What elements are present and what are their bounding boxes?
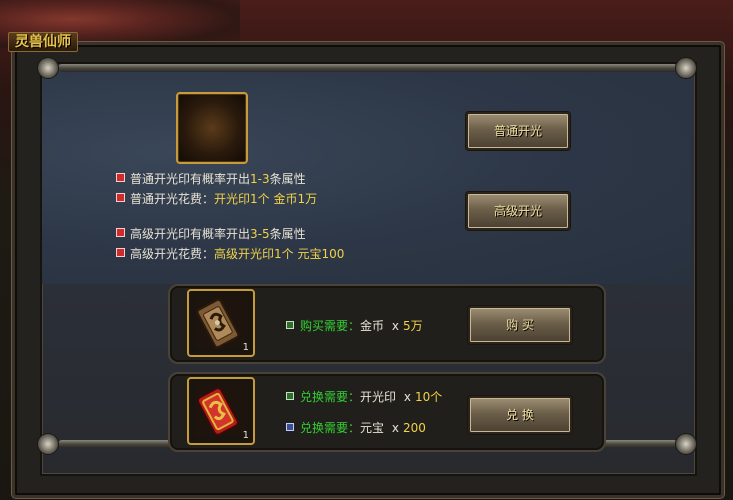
bullet-icon [286,321,294,329]
bullet-icon [116,248,125,257]
exchange-button[interactable]: 兑 换 [468,396,572,434]
window-title: 灵兽仙师 [8,32,78,52]
bullet-icon [116,193,125,202]
normal-prob-line: 普通开光印有概率开出1-3条属性 [116,171,306,187]
panel-top-bar [58,64,678,72]
exchange-requirement-2: 兑换需要：元宝 x 200 [286,420,426,436]
normal-open-button[interactable]: 普通开光 [466,112,570,150]
bullet-icon [286,392,294,400]
exchange-requirement-1: 兑换需要：开光印 x 10个 [286,389,442,405]
bullet-icon [116,173,125,182]
bullet-icon [116,228,125,237]
advanced-open-button[interactable]: 高级开光 [466,192,570,230]
purchase-requirement: 购买需要：金币 x 5万 [286,318,423,334]
corner-ornament-tr [676,58,696,78]
normal-cost-line: 普通开光花费：开光印1个 金币1万 [116,191,317,207]
pet-item-slot[interactable] [176,92,248,164]
purchase-item-slot[interactable]: 1 [187,289,255,357]
exchange-item-slot[interactable]: 1 [187,377,255,445]
adv-prob-line: 高级开光印有概率开出3-5条属性 [116,226,306,242]
corner-ornament-tl [38,58,58,78]
adv-cost-line: 高级开光花费：高级开光印1个 元宝100 [116,246,344,262]
corner-ornament-bl [38,434,58,454]
bullet-icon [286,423,294,431]
buy-button[interactable]: 购 买 [468,306,572,344]
corner-ornament-br [676,434,696,454]
